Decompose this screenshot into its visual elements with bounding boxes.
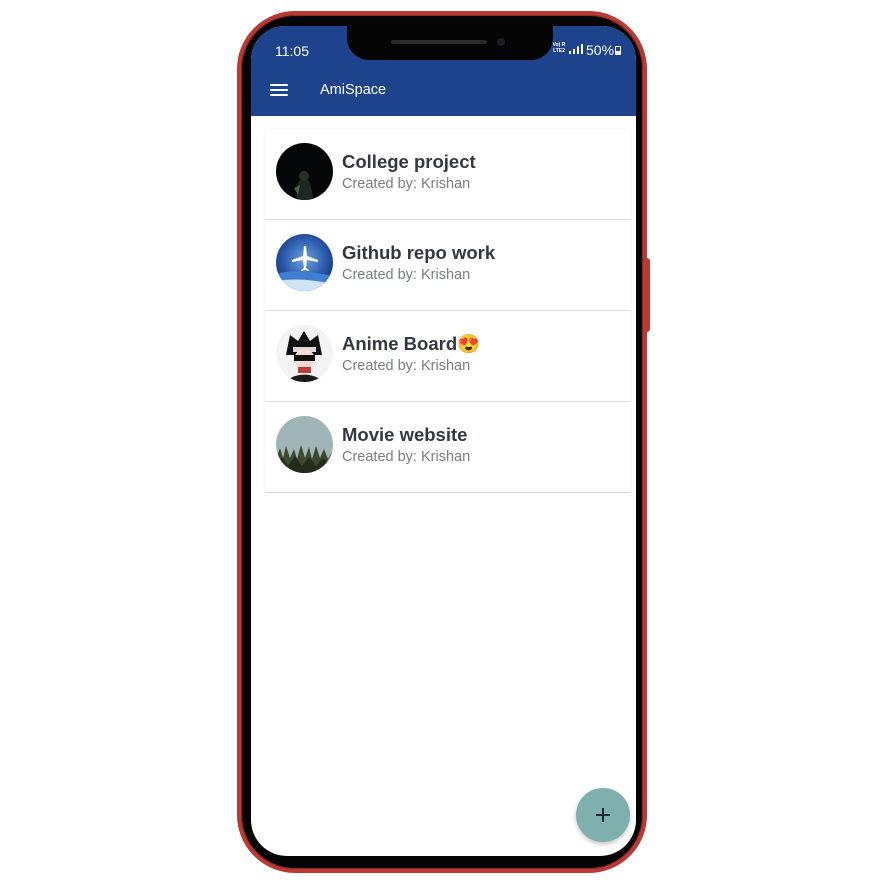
plus-icon bbox=[596, 808, 610, 822]
board-title: Movie website bbox=[342, 424, 468, 445]
phone-screen: 11:05 Vo) R LTE2 50% AmiSpace College pr… bbox=[251, 26, 636, 856]
dark-figure-avatar-icon bbox=[276, 143, 333, 200]
app-bar: AmiSpace bbox=[251, 72, 636, 116]
board-creator: Created by: Krishan bbox=[342, 358, 471, 374]
network-label-lte: LTE2 bbox=[553, 48, 565, 54]
status-bar: 11:05 Vo) R LTE2 50% bbox=[251, 26, 636, 72]
menu-icon[interactable] bbox=[270, 82, 288, 98]
board-avatar bbox=[276, 416, 333, 473]
board-title-text: Anime Board bbox=[342, 333, 458, 354]
front-camera bbox=[497, 38, 505, 46]
app-title: AmiSpace bbox=[320, 82, 387, 98]
camera-notch bbox=[347, 26, 553, 60]
list-item[interactable]: Github repo work Created by: Krishan bbox=[265, 220, 631, 311]
list-item[interactable]: College project Created by: Krishan bbox=[265, 129, 631, 220]
board-title: Anime Board😍 bbox=[342, 333, 480, 355]
board-creator: Created by: Krishan bbox=[342, 449, 471, 465]
airplane-sky-avatar-icon bbox=[276, 234, 333, 291]
grass-sky-avatar-icon bbox=[276, 416, 333, 473]
add-board-button[interactable] bbox=[576, 788, 630, 842]
board-title: Github repo work bbox=[342, 242, 496, 263]
network-indicator: Vo) R LTE2 bbox=[551, 42, 567, 54]
heart-eyes-emoji: 😍 bbox=[457, 333, 481, 354]
board-avatar bbox=[276, 325, 333, 382]
list-item[interactable]: Movie website Created by: Krishan bbox=[265, 402, 631, 493]
battery-icon bbox=[615, 46, 621, 55]
board-creator: Created by: Krishan bbox=[342, 267, 471, 283]
board-list: College project Created by: Krishan Gith… bbox=[265, 129, 631, 493]
signal-strength-icon bbox=[569, 44, 583, 54]
board-title: College project bbox=[342, 151, 476, 172]
board-avatar bbox=[276, 234, 333, 291]
board-creator: Created by: Krishan bbox=[342, 176, 471, 192]
list-item[interactable]: Anime Board😍 Created by: Krishan bbox=[265, 311, 631, 402]
speaker-grille bbox=[391, 40, 487, 44]
battery-percentage: 50% bbox=[586, 42, 615, 58]
status-time: 11:05 bbox=[275, 43, 309, 59]
anime-character-avatar-icon bbox=[276, 325, 333, 382]
phone-side-button bbox=[645, 258, 650, 332]
board-avatar bbox=[276, 143, 333, 200]
